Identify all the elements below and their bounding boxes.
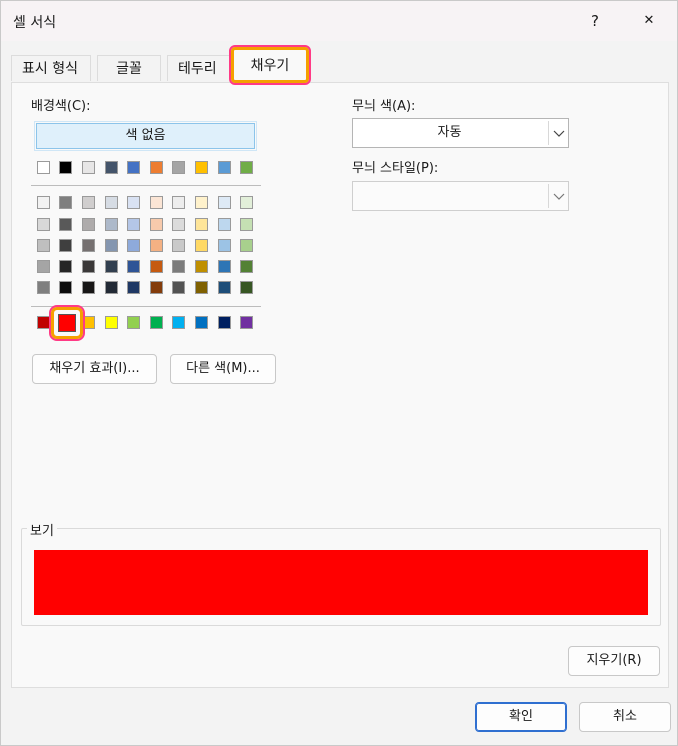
- color-swatch[interactable]: [127, 196, 140, 209]
- color-swatch[interactable]: [218, 196, 231, 209]
- color-swatch[interactable]: [240, 316, 253, 329]
- color-swatch[interactable]: [127, 161, 140, 174]
- color-swatch[interactable]: [150, 196, 163, 209]
- color-swatch[interactable]: [59, 218, 72, 231]
- color-swatch[interactable]: [240, 281, 253, 294]
- color-swatch[interactable]: [195, 161, 208, 174]
- color-swatch[interactable]: [105, 316, 118, 329]
- color-swatch[interactable]: [172, 196, 185, 209]
- color-swatch[interactable]: [59, 281, 72, 294]
- color-swatch[interactable]: [37, 161, 50, 174]
- color-swatch[interactable]: [82, 196, 95, 209]
- color-swatch[interactable]: [59, 196, 72, 209]
- color-swatch[interactable]: [82, 281, 95, 294]
- color-swatch[interactable]: [105, 281, 118, 294]
- color-swatch[interactable]: [150, 161, 163, 174]
- color-swatch[interactable]: [37, 239, 50, 252]
- color-swatch[interactable]: [172, 281, 185, 294]
- color-swatch[interactable]: [218, 239, 231, 252]
- color-swatch[interactable]: [127, 316, 140, 329]
- selected-swatch-red[interactable]: [58, 314, 76, 332]
- pattern-style-dropdown[interactable]: [352, 181, 569, 211]
- pattern-style-label: 무늬 스타일(P):: [352, 161, 439, 176]
- color-swatch[interactable]: [218, 260, 231, 273]
- color-swatch[interactable]: [195, 260, 208, 273]
- color-swatch[interactable]: [195, 239, 208, 252]
- clear-button[interactable]: 지우기(R): [568, 646, 660, 676]
- color-swatch[interactable]: [37, 196, 50, 209]
- color-swatch[interactable]: [105, 161, 118, 174]
- color-swatch[interactable]: [59, 260, 72, 273]
- color-swatch[interactable]: [172, 316, 185, 329]
- color-swatch[interactable]: [127, 260, 140, 273]
- color-swatch[interactable]: [150, 218, 163, 231]
- color-swatch[interactable]: [82, 218, 95, 231]
- color-swatch[interactable]: [172, 239, 185, 252]
- color-swatch[interactable]: [195, 281, 208, 294]
- color-swatch[interactable]: [105, 239, 118, 252]
- tab-border[interactable]: 테두리: [167, 55, 233, 81]
- color-swatch[interactable]: [240, 239, 253, 252]
- color-swatch[interactable]: [240, 260, 253, 273]
- tab-number-format[interactable]: 표시 형식: [11, 55, 91, 81]
- color-swatch[interactable]: [105, 218, 118, 231]
- color-swatch[interactable]: [218, 218, 231, 231]
- color-swatch[interactable]: [82, 260, 95, 273]
- color-swatch[interactable]: [150, 316, 163, 329]
- close-icon[interactable]: ✕: [637, 9, 661, 33]
- tab-fill[interactable]: 채우기: [229, 45, 311, 85]
- color-swatch[interactable]: [240, 161, 253, 174]
- more-colors-button[interactable]: 다른 색(M)...: [170, 354, 276, 384]
- dialog-title: 셀 서식: [13, 15, 57, 31]
- color-swatch[interactable]: [150, 281, 163, 294]
- fill-effects-button[interactable]: 채우기 효과(I)...: [32, 354, 157, 384]
- pattern-color-dropdown[interactable]: 자동: [352, 118, 569, 148]
- color-swatch[interactable]: [150, 239, 163, 252]
- cancel-button[interactable]: 취소: [579, 702, 671, 732]
- color-swatch[interactable]: [218, 316, 231, 329]
- color-swatch[interactable]: [59, 161, 72, 174]
- color-swatch[interactable]: [37, 316, 50, 329]
- color-swatch[interactable]: [37, 218, 50, 231]
- color-swatch[interactable]: [195, 316, 208, 329]
- color-swatch[interactable]: [105, 196, 118, 209]
- color-swatch[interactable]: [37, 281, 50, 294]
- color-swatch[interactable]: [82, 239, 95, 252]
- pattern-color-value: 자동: [437, 125, 462, 140]
- background-color-label: 배경색(C):: [31, 99, 91, 114]
- color-swatch[interactable]: [127, 239, 140, 252]
- palette-separator: [31, 185, 261, 186]
- color-swatch[interactable]: [172, 260, 185, 273]
- color-swatch[interactable]: [150, 260, 163, 273]
- help-icon[interactable]: ?: [583, 9, 607, 33]
- no-color-button[interactable]: 색 없음: [34, 121, 257, 151]
- format-cells-dialog: 셀 서식 ? ✕ 표시 형식 글꼴 테두리 채우기 배경색(C): 색 없음 채…: [0, 0, 678, 746]
- tab-strip: 표시 형식 글꼴 테두리 채우기: [11, 45, 671, 85]
- color-swatch[interactable]: [127, 281, 140, 294]
- title-bar: 셀 서식 ? ✕: [1, 1, 677, 41]
- color-swatch[interactable]: [37, 260, 50, 273]
- color-swatch[interactable]: [82, 161, 95, 174]
- color-swatch[interactable]: [172, 218, 185, 231]
- color-swatch[interactable]: [195, 196, 208, 209]
- color-swatch[interactable]: [240, 196, 253, 209]
- color-swatch[interactable]: [82, 316, 95, 329]
- color-swatch[interactable]: [218, 281, 231, 294]
- ok-button[interactable]: 확인: [475, 702, 567, 732]
- pattern-color-label: 무늬 색(A):: [352, 99, 416, 114]
- color-swatch[interactable]: [105, 260, 118, 273]
- tab-font[interactable]: 글꼴: [97, 55, 161, 81]
- color-swatch[interactable]: [218, 161, 231, 174]
- color-swatch[interactable]: [59, 239, 72, 252]
- color-swatch[interactable]: [195, 218, 208, 231]
- sample-preview: [34, 550, 648, 615]
- color-swatch[interactable]: [172, 161, 185, 174]
- chevron-down-icon[interactable]: [548, 121, 568, 145]
- color-swatch[interactable]: [240, 218, 253, 231]
- sample-title: 보기: [27, 520, 57, 539]
- color-swatch[interactable]: [127, 218, 140, 231]
- chevron-down-icon[interactable]: [548, 184, 568, 208]
